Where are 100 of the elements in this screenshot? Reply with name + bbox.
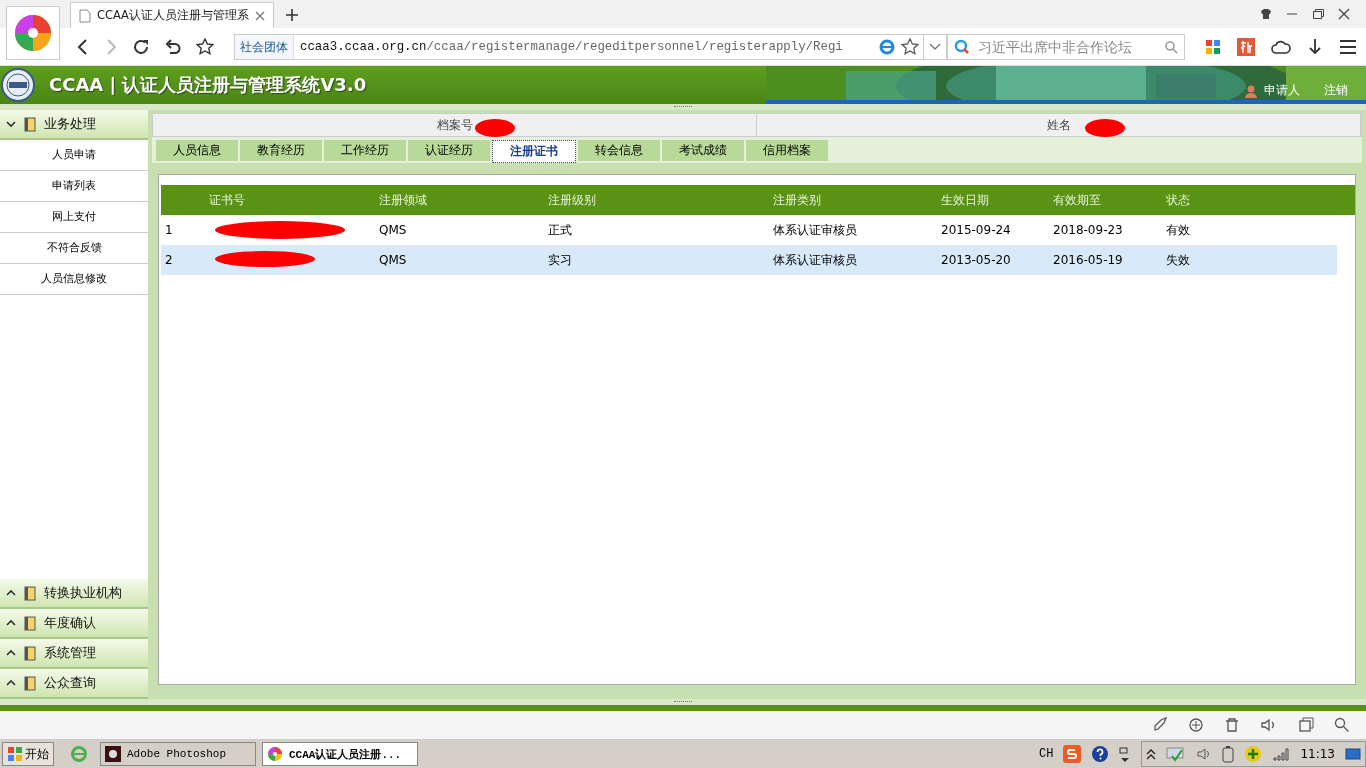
- column-header: 生效日期: [940, 191, 990, 209]
- book-icon: [24, 645, 36, 661]
- discount-icon[interactable]: [1237, 37, 1255, 56]
- tab[interactable]: 转会信息: [578, 140, 660, 161]
- sidebar-section-header[interactable]: 业务处理: [0, 110, 148, 140]
- sidebar-item[interactable]: 人员申请: [0, 140, 148, 171]
- column-header: 注册级别: [547, 191, 597, 209]
- star-icon[interactable]: [901, 37, 919, 56]
- plus-badge-icon[interactable]: [1244, 745, 1263, 763]
- table-cell-text: 有效: [1165, 221, 1191, 239]
- network-check-icon[interactable]: [1166, 746, 1187, 762]
- address-bar[interactable]: 社会团体 ccaa3.ccaa.org.cn/ccaa/registermanage/regeditpersonnel/registerapply/Regi: [234, 33, 924, 60]
- column-header: 注册类别: [772, 191, 822, 209]
- restore-icon[interactable]: [1119, 745, 1132, 763]
- app-icon: [105, 746, 121, 762]
- table-cell-text: 2013-05-20: [940, 253, 1012, 267]
- table-cell-text: 2016-05-19: [1052, 253, 1124, 267]
- new-tab-icon[interactable]: [286, 9, 298, 21]
- table-cell-text: 2015-09-24: [940, 223, 1012, 237]
- chevron-icon: [6, 679, 16, 687]
- chevron-icon: [6, 120, 16, 128]
- back-icon[interactable]: [76, 37, 90, 56]
- tab[interactable]: 教育经历: [240, 140, 322, 161]
- splitter-handle-icon[interactable]: [674, 700, 692, 704]
- battery-icon[interactable]: [1222, 745, 1235, 763]
- sidebar-section-header[interactable]: 转换执业机构: [0, 579, 148, 609]
- book-icon: [24, 585, 36, 601]
- tab[interactable]: 信用档案: [746, 140, 828, 161]
- ie-icon[interactable]: [879, 38, 895, 55]
- search-engine-icon: [954, 38, 970, 55]
- maximize-icon[interactable]: [1312, 8, 1324, 20]
- table-cell-text: 失效: [1165, 251, 1191, 269]
- sidebar-item[interactable]: 申请列表: [0, 171, 148, 202]
- sidebar-item[interactable]: 人员信息修改: [0, 264, 148, 295]
- user-icon: [1244, 83, 1258, 98]
- table-cell-text: QMS: [378, 253, 408, 267]
- chevron-icon: [6, 589, 16, 597]
- header-link[interactable]: 申请人: [1264, 82, 1300, 99]
- apps-icon[interactable]: [1205, 38, 1221, 55]
- info-label: 档案号: [436, 118, 473, 132]
- table-cell-text: 1: [164, 223, 174, 237]
- table-cell-text: 体系认证审核员: [772, 251, 858, 269]
- skin-icon[interactable]: [1260, 8, 1272, 20]
- page-icon: [79, 8, 91, 23]
- tab[interactable]: 认证经历: [408, 140, 490, 161]
- browser-logo-icon: [267, 746, 283, 762]
- menu-icon[interactable]: [1339, 38, 1357, 55]
- window-icon[interactable]: [1298, 717, 1314, 733]
- table-cell-text: 体系认证审核员: [772, 221, 858, 239]
- undo-icon[interactable]: [164, 37, 182, 56]
- ime-icon[interactable]: [1063, 745, 1082, 763]
- sidebar-section-header[interactable]: 年度确认: [0, 609, 148, 639]
- table-cell-text: QMS: [378, 223, 408, 237]
- taskbar-button[interactable]: CCAA认证人员注册...: [262, 742, 418, 766]
- ccaa-logo-icon: [1, 68, 35, 102]
- sidebar-item[interactable]: 网上支付: [0, 202, 148, 233]
- table-cell-text: 2: [164, 253, 174, 267]
- sidebar-section-header[interactable]: 系统管理: [0, 639, 148, 669]
- splitter-handle-icon[interactable]: [674, 105, 692, 109]
- redaction-mark: [474, 119, 515, 137]
- close-icon[interactable]: [255, 10, 265, 21]
- sidebar-item[interactable]: 不符合反馈: [0, 233, 148, 264]
- table-cell-text: 2018-09-23: [1052, 223, 1124, 237]
- sidebar-section-header[interactable]: 公众查询: [0, 669, 148, 699]
- download-icon[interactable]: [1307, 37, 1323, 56]
- help-icon[interactable]: [1091, 745, 1110, 763]
- table-row[interactable]: 1 QMS 正式 体系认证审核员 2015-09-24 2018-09-23 有效: [161, 215, 1353, 245]
- table-row[interactable]: 2 QMS 实习 体系认证审核员 2013-05-20 2016-05-19 失效: [161, 245, 1337, 275]
- windows-logo-icon: [7, 746, 23, 762]
- chevron-icon[interactable]: [1146, 748, 1157, 760]
- tab[interactable]: 人员信息: [156, 140, 238, 161]
- system-title: CCAA | 认证人员注册与管理系统V3.0: [49, 73, 367, 97]
- cloud-icon[interactable]: [1271, 38, 1291, 55]
- language-indicator[interactable]: CH: [1039, 747, 1054, 761]
- star-icon[interactable]: [196, 37, 214, 56]
- search-field[interactable]: 习近平出席中非合作论坛: [947, 33, 1185, 60]
- search-icon[interactable]: [1334, 717, 1350, 733]
- column-header: 有效期至: [1052, 191, 1102, 209]
- column-header: 状态: [1165, 191, 1191, 209]
- redaction-mark: [1084, 119, 1125, 137]
- close-icon[interactable]: [1338, 8, 1350, 20]
- taskbar-button[interactable]: Adobe Photoshop: [100, 742, 256, 766]
- column-header: 注册领域: [378, 191, 428, 209]
- trash-icon[interactable]: [1224, 717, 1240, 733]
- browser-tab[interactable]: CCAA认证人员注册与管理系: [70, 2, 274, 28]
- reload-icon[interactable]: [132, 37, 150, 56]
- tab[interactable]: 注册证书: [492, 140, 576, 163]
- search-icon[interactable]: [1164, 39, 1178, 54]
- book-icon: [24, 675, 36, 691]
- signal-icon[interactable]: [1272, 747, 1291, 761]
- column-header: 证书号: [208, 191, 246, 209]
- tab[interactable]: 工作经历: [324, 140, 406, 161]
- start-button[interactable]: 开始: [2, 742, 54, 766]
- browser-logo-icon[interactable]: [6, 6, 60, 60]
- info-label: 姓名: [1046, 118, 1071, 132]
- speedup-icon[interactable]: [1188, 717, 1204, 733]
- tab[interactable]: 考试成绩: [662, 140, 744, 161]
- url-text: ccaa3.ccaa.org.cn/ccaa/registermanage/regeditpersonnel/registerapply/Regi: [300, 39, 844, 54]
- tab-title: CCAA认证人员注册与管理系: [96, 8, 249, 23]
- clock: 11:13: [1300, 747, 1335, 761]
